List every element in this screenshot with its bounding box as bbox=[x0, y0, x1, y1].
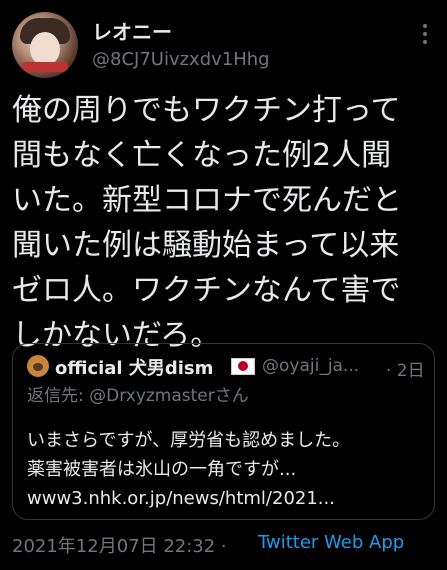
quoted-author-name: official 犬男dism bbox=[55, 358, 214, 379]
quoted-author-avatar bbox=[27, 355, 49, 377]
tweet-source-link[interactable]: Twitter Web App bbox=[258, 532, 404, 553]
quoted-time: · 2日 bbox=[386, 361, 425, 381]
more-options-icon[interactable] bbox=[415, 20, 435, 44]
tweet-text: 俺の周りでもワクチン打って 間もなく亡くなった例2人聞 いた。新型コロナで死んだ… bbox=[12, 93, 402, 353]
author-avatar[interactable] bbox=[12, 12, 78, 78]
quoted-text: いまさらですが、厚労省も認めました。 薬害被害者は氷山の一角ですが... www… bbox=[27, 430, 351, 509]
avatar-face bbox=[30, 32, 60, 66]
quoted-tweet[interactable]: official 犬男dism @oyaji_ja... · 2日 返信先: @… bbox=[12, 343, 435, 520]
author-name[interactable]: レオニー bbox=[92, 16, 172, 45]
avatar-banner bbox=[22, 62, 68, 72]
tweet-timestamp[interactable]: 2021年12月07日 22:32 · bbox=[12, 532, 227, 558]
author-handle[interactable]: @8CJ7Uivzxdv1Hhg bbox=[92, 49, 270, 70]
quoted-reply-to: 返信先: @Drxyzmasterさん bbox=[27, 386, 249, 406]
japan-flag-icon bbox=[231, 358, 255, 375]
quoted-author-handle: @oyaji_ja... bbox=[262, 356, 360, 376]
